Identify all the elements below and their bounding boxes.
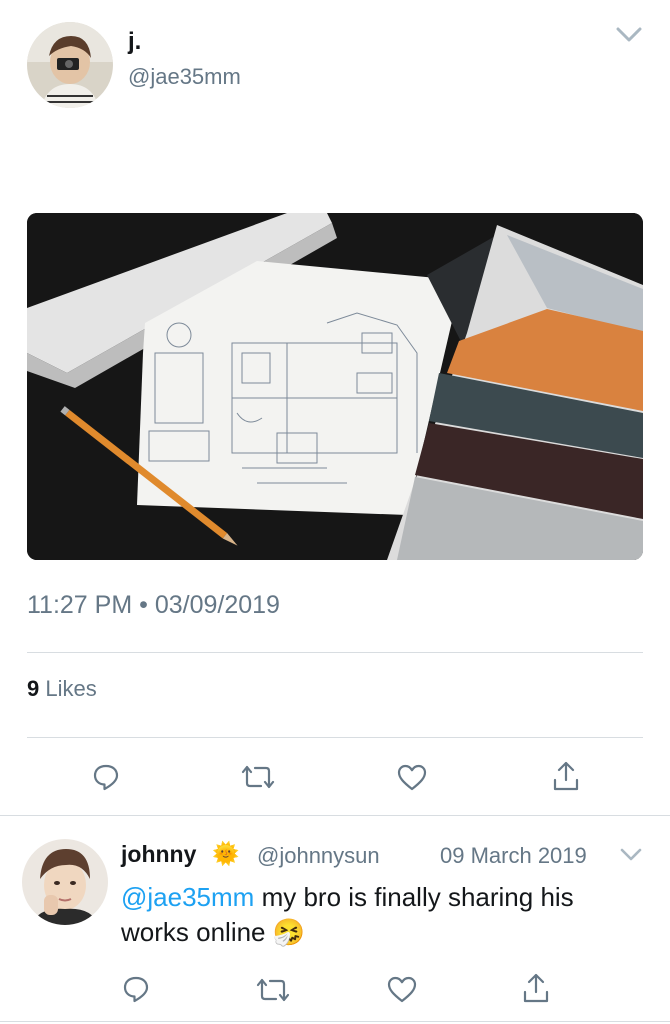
chevron-down-icon[interactable]	[615, 26, 643, 49]
sneezing-face-emoji-icon: 🤧	[272, 917, 306, 947]
likes-label: Likes	[45, 676, 97, 701]
author-handle[interactable]: @jae35mm	[128, 64, 241, 90]
reply-icon[interactable]	[92, 763, 120, 791]
divider	[27, 652, 643, 653]
divider	[0, 1021, 670, 1022]
tweet-date: 03/09/2019	[154, 591, 280, 619]
retweet-icon[interactable]	[241, 764, 275, 790]
reply-author-avatar[interactable]	[22, 839, 108, 925]
reply-author-handle[interactable]: @johnnysun	[257, 843, 380, 869]
share-icon[interactable]	[552, 760, 580, 792]
likes-count[interactable]: 9 Likes	[27, 676, 97, 702]
reply-icon[interactable]	[122, 975, 150, 1003]
tweet-timestamp: 11:27 PM • 03/09/2019	[27, 591, 280, 620]
likes-number: 9	[27, 676, 40, 701]
share-icon[interactable]	[522, 972, 550, 1004]
tweet-photo[interactable]	[27, 213, 643, 560]
heart-icon[interactable]	[397, 764, 427, 791]
sun-emoji-icon: 🌞	[212, 841, 240, 866]
reply-text: @jae35mm my bro is finally sharing his w…	[121, 880, 641, 950]
chevron-down-icon[interactable]	[620, 848, 642, 867]
reply-date: 09 March 2019	[440, 843, 587, 868]
divider	[27, 737, 643, 738]
retweet-icon[interactable]	[256, 977, 290, 1003]
reply-mention[interactable]: @jae35mm	[121, 882, 254, 912]
heart-icon[interactable]	[387, 976, 417, 1003]
tweet-time: 11:27 PM	[27, 591, 133, 619]
reply-author-name[interactable]: johnny	[121, 841, 196, 868]
author-name[interactable]: j.	[128, 28, 141, 56]
timestamp-separator: •	[139, 591, 148, 619]
divider	[0, 815, 670, 816]
author-avatar[interactable]	[27, 22, 113, 108]
